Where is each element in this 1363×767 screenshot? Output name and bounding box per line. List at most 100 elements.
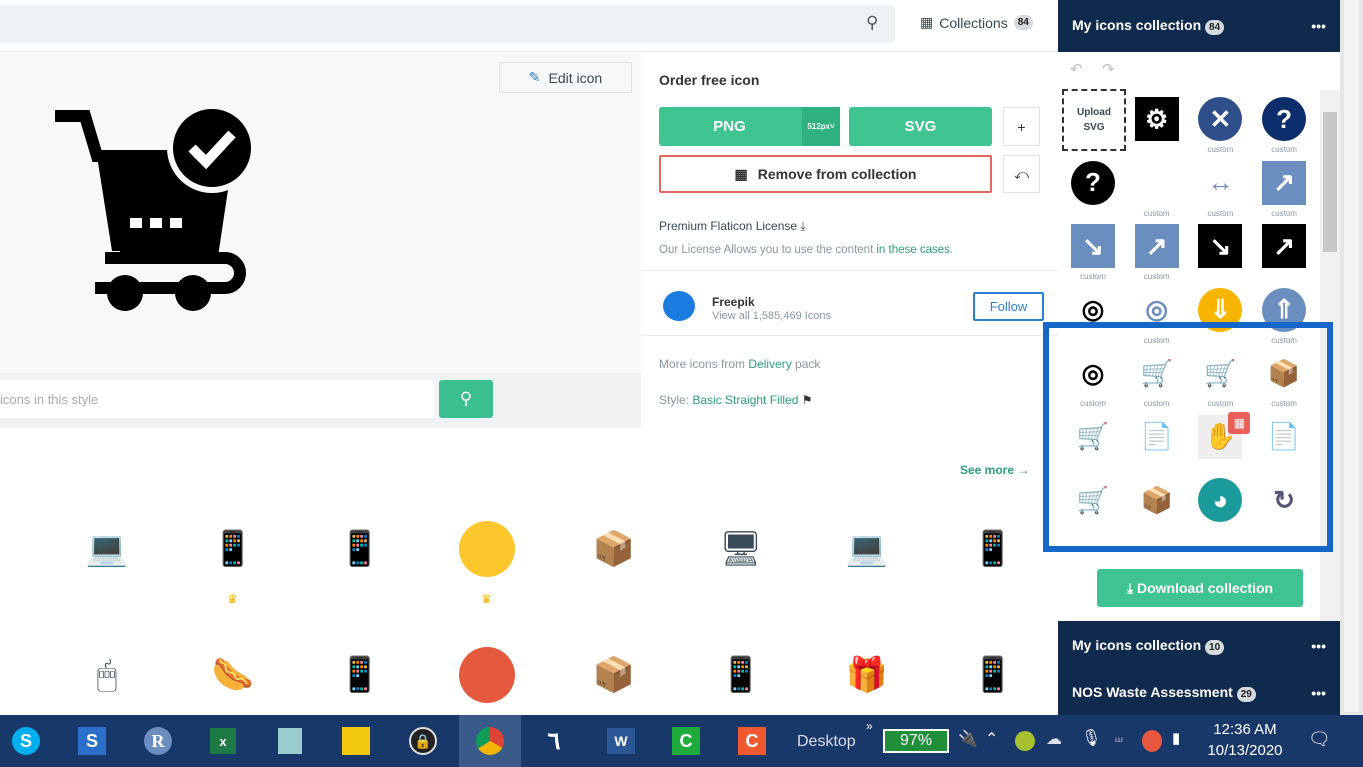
chrome-taskbar-button[interactable]: [459, 715, 521, 767]
chevron-up-icon[interactable]: ⌃: [985, 729, 998, 749]
search-input[interactable]: [0, 5, 895, 43]
collection-icon[interactable]: ↗ custom: [1254, 158, 1314, 220]
more-options-icon[interactable]: •••: [1311, 638, 1326, 654]
more-options-icon[interactable]: •••: [1311, 18, 1326, 34]
related-icon[interactable]: 💻: [837, 519, 897, 579]
custom-label: custom: [1207, 145, 1234, 154]
style-link[interactable]: Basic Straight Filled: [692, 393, 798, 407]
powerbi-icon[interactable]: [342, 727, 370, 755]
plus-icon: +: [1017, 118, 1026, 135]
license-link[interactable]: in these cases: [876, 244, 950, 256]
collection-item[interactable]: My icons collection 10 •••: [1072, 621, 1326, 671]
page-scrollbar[interactable]: [1340, 0, 1363, 715]
lock-icon[interactable]: 🔒: [409, 727, 437, 755]
battery-indicator[interactable]: 97%: [883, 729, 949, 753]
related-icon[interactable]: 📱: [0, 645, 20, 705]
premium-crown-icon: ♛: [481, 592, 492, 606]
expand-icon[interactable]: »: [866, 719, 873, 733]
collection-icon[interactable]: ↗ custom: [1127, 221, 1187, 283]
bookmark-icon[interactable]: ⚑: [802, 393, 813, 407]
chrome-icon: [476, 727, 504, 755]
tray-app-icon[interactable]: [1015, 731, 1035, 751]
author-view-all[interactable]: View all 1,585,469 Icons: [712, 310, 831, 322]
related-icon[interactable]: 🌭: [203, 645, 263, 705]
microphone-icon[interactable]: 🎙: [1081, 728, 1101, 748]
related-icon[interactable]: 📱: [330, 645, 390, 705]
related-icon[interactable]: 📱: [963, 519, 1023, 579]
author-name[interactable]: Freepik: [712, 295, 755, 309]
related-icon[interactable]: 📦: [584, 645, 644, 705]
desktop-toolbar[interactable]: Desktop: [797, 733, 856, 751]
redo-icon[interactable]: ↷: [1102, 60, 1115, 78]
related-icon[interactable]: 🎁: [837, 645, 897, 705]
download-collection-button[interactable]: ⤓ Download collection: [1097, 569, 1303, 607]
grid-icon: ▦: [920, 14, 934, 30]
collection-icon[interactable]: ↗: [1254, 221, 1314, 283]
collection-icon[interactable]: custom: [1127, 158, 1187, 220]
app-icon[interactable]: [278, 728, 302, 754]
related-icon[interactable]: 🖥: [711, 519, 771, 579]
collection-item[interactable]: NOS Waste Assessment 29 •••: [1072, 671, 1326, 715]
related-icon[interactable]: 📱: [963, 645, 1023, 705]
png-size-dropdown[interactable]: 512px ˅: [802, 107, 840, 146]
png-download-button[interactable]: PNG 512px ˅: [659, 107, 840, 146]
word-icon[interactable]: W: [607, 728, 635, 754]
collection-icon[interactable]: ? custom: [1254, 94, 1314, 156]
upload-svg-button[interactable]: Upload SVG: [1062, 89, 1126, 151]
related-icon[interactable]: 📱: [330, 519, 390, 579]
collection-icon[interactable]: ✕ custom: [1190, 94, 1250, 156]
see-more-link[interactable]: See more →: [960, 463, 1029, 477]
snagit-icon[interactable]: C: [738, 727, 766, 755]
related-icon[interactable]: 🖱: [77, 645, 137, 705]
time: 12:36 AM: [1213, 721, 1277, 738]
dictation-icon[interactable]: [1142, 730, 1162, 752]
icon-glyph: [1135, 161, 1179, 205]
add-button[interactable]: +: [1003, 107, 1040, 146]
onedrive-icon[interactable]: ☁: [1046, 729, 1062, 749]
date: 10/13/2020: [1207, 742, 1283, 759]
icon-glyph: ?: [1262, 97, 1307, 141]
style-search-button[interactable]: ⚲: [439, 380, 493, 418]
dragon-icon[interactable]: ٦: [536, 723, 572, 759]
clock[interactable]: 12:36 AM 10/13/2020: [1205, 721, 1285, 759]
pack-link[interactable]: Delivery: [748, 357, 791, 371]
camtasia-icon[interactable]: C: [672, 727, 700, 755]
cart-check-icon: [55, 108, 255, 311]
related-icon[interactable]: 📱: [0, 519, 20, 579]
collection-icon[interactable]: ↘ custom: [1063, 221, 1123, 283]
undo-icon[interactable]: ↶: [1070, 60, 1083, 78]
related-icon[interactable]: 📱: [711, 645, 771, 705]
share-button[interactable]: ⤺: [1003, 155, 1040, 193]
download-icon[interactable]: ⤓: [800, 219, 805, 233]
battery-icon[interactable]: ▮: [1172, 729, 1180, 747]
notifications-icon[interactable]: 🗨: [1308, 729, 1331, 750]
collection-icon[interactable]: ↔ custom: [1190, 158, 1250, 220]
app-s-icon[interactable]: S: [78, 727, 106, 755]
related-icon[interactable]: [457, 645, 517, 705]
custom-label: custom: [1143, 208, 1170, 218]
search-icon[interactable]: ⚲: [866, 13, 878, 33]
collection-icon[interactable]: ?: [1063, 158, 1123, 220]
related-icon[interactable]: 💻: [77, 519, 137, 579]
excel-icon[interactable]: x: [210, 728, 236, 754]
more-options-icon[interactable]: •••: [1311, 685, 1326, 701]
follow-button[interactable]: Follow: [973, 292, 1044, 321]
related-icon[interactable]: [457, 519, 517, 579]
collection-icon[interactable]: ↘: [1190, 221, 1250, 283]
skype-icon[interactable]: S: [12, 727, 40, 755]
collection-icon[interactable]: ⚙: [1127, 94, 1187, 156]
remove-from-collection-button[interactable]: ▦ Remove from collection: [659, 155, 992, 193]
collection-icon: ▦: [734, 165, 748, 182]
edit-icon-button[interactable]: ✎ Edit icon: [499, 62, 632, 93]
related-icon[interactable]: 📦: [584, 519, 644, 579]
collections-button[interactable]: ▦ Collections 84: [920, 14, 1033, 31]
other-collections: My icons collection 10 ••• NOS Waste Asse…: [1058, 621, 1340, 715]
style-search-input[interactable]: icons in this style: [0, 380, 435, 418]
collection-header[interactable]: My icons collection 84 •••: [1058, 0, 1340, 52]
r-icon[interactable]: R: [144, 727, 172, 755]
icon-glyph: ↗: [1262, 160, 1307, 205]
power-plug-icon[interactable]: 🔌: [958, 729, 978, 749]
related-icon[interactable]: 📱: [203, 519, 263, 579]
svg-download-button[interactable]: SVG: [849, 107, 992, 146]
wifi-icon[interactable]: ⧢: [1115, 729, 1123, 746]
